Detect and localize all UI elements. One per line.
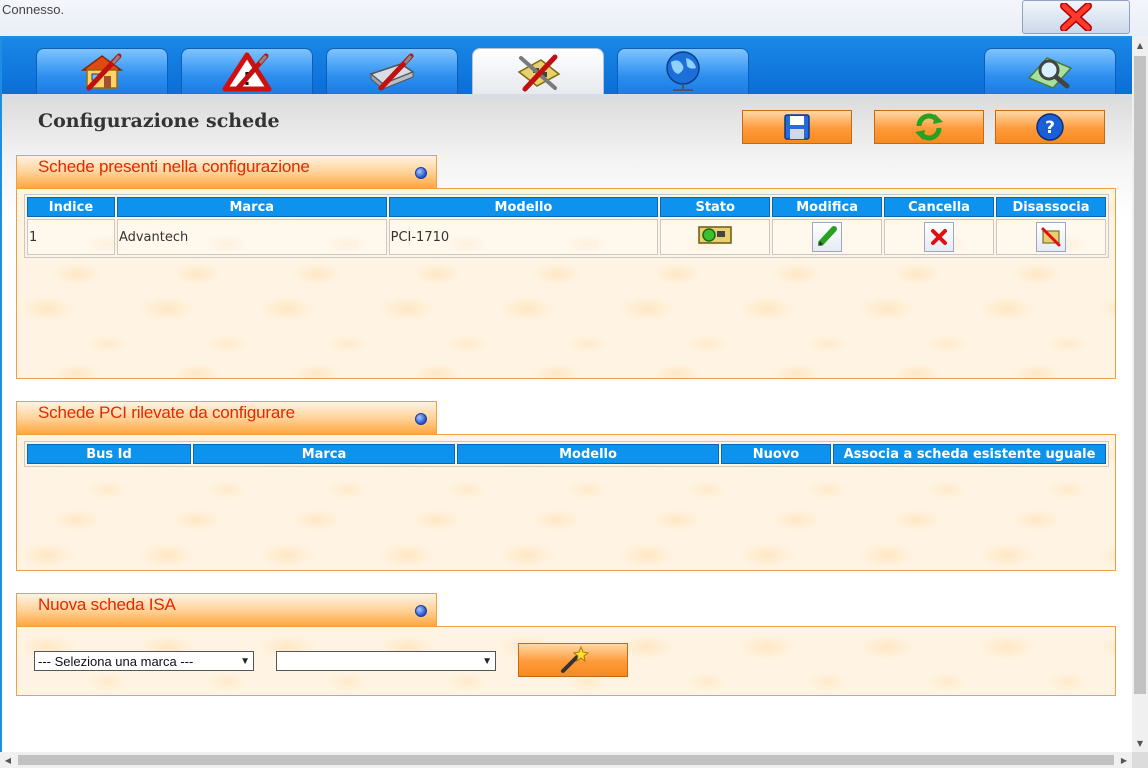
delete-x-icon [931,229,948,245]
table-row: 1 Advantech PCI-1710 [27,219,1106,255]
refresh-button[interactable] [874,110,984,144]
disassociate-button[interactable] [1036,221,1066,252]
cell-disassociate [996,219,1106,255]
warning-settings-icon: ! [222,52,272,91]
column-header: Stato [660,197,771,217]
scroll-thumb[interactable] [1134,56,1146,694]
close-icon [1060,3,1092,31]
brand-select-value: --- Seleziona una marca --- [38,653,194,669]
tab-diagnostics[interactable] [984,48,1116,94]
model-select[interactable]: ▼ [276,651,496,671]
cell-status [660,219,771,255]
drive-settings-icon [369,53,415,90]
tab-alarms[interactable]: ! [181,48,313,94]
column-header: Associa a scheda esistente uguale [833,444,1106,464]
board-status-icon [698,226,732,244]
detected-pci-table: Bus Id Marca Modello Nuovo Associa a sch… [24,441,1109,467]
tab-boards[interactable] [472,48,604,94]
scrollbar-corner [1132,752,1148,768]
scroll-up-icon[interactable]: ▲ [1132,36,1148,54]
chevron-down-icon: ▼ [240,655,250,667]
tab-storage[interactable] [326,48,458,94]
save-button[interactable] [742,110,852,144]
refresh-arrows-icon [915,113,943,141]
floppy-disk-icon [784,114,810,140]
collapse-dot-icon[interactable] [415,605,427,617]
svg-text:?: ? [1045,118,1055,138]
horizontal-scrollbar[interactable]: ◀ ▶ [0,752,1132,768]
panel-title: Schede PCI rilevate da configurare [38,403,295,422]
cell-model: PCI-1710 [388,219,659,255]
close-button[interactable] [1022,0,1130,34]
panel-title: Nuova scheda ISA [38,595,176,614]
column-header: Marca [116,197,387,217]
collapse-dot-icon[interactable] [415,167,427,179]
collapse-dot-icon[interactable] [415,413,427,425]
column-header: Disassocia [996,197,1106,217]
help-button[interactable]: ? [995,110,1105,144]
status-bar: Connesso. [0,0,1148,36]
scroll-down-icon[interactable]: ▼ [1132,734,1148,752]
cell-delete [884,219,994,255]
map-search-icon [1027,56,1073,89]
cell-brand: Advantech [116,219,387,255]
column-header: Modello [457,444,719,464]
vertical-scrollbar[interactable]: ▲ ▼ [1132,36,1148,752]
add-isa-board-button[interactable] [518,643,628,677]
tab-network[interactable] [617,48,749,94]
chevron-down-icon: ▼ [482,655,492,667]
column-header: Marca [193,444,455,464]
tab-home[interactable] [36,48,168,94]
panel-configured-boards-header[interactable]: Schede presenti nella configurazione [16,155,437,188]
column-header: Modifica [772,197,883,217]
scroll-left-icon[interactable]: ◀ [0,752,16,768]
brand-select[interactable]: --- Seleziona una marca --- ▼ [34,651,254,671]
board-tools-icon [517,54,561,91]
configured-boards-table: Indice Marca Modello Stato Modifica Canc… [24,194,1109,258]
connection-status: Connesso. [2,2,65,17]
edit-button[interactable] [812,221,843,252]
column-header: Cancella [884,197,994,217]
panel-title: Schede presenti nella configurazione [38,157,310,176]
page-title: Configurazione schede [38,110,280,132]
help-icon: ? [1036,113,1064,141]
column-header: Modello [388,197,659,217]
panel-detected-pci-header[interactable]: Schede PCI rilevate da configurare [16,401,437,434]
unlink-icon [1041,227,1061,246]
pencil-icon [818,225,838,246]
cell-index: 1 [27,219,115,255]
network-globe-icon [666,50,700,91]
magic-wand-icon [561,645,589,673]
column-header: Indice [27,197,115,217]
scroll-thumb[interactable] [18,755,1114,765]
delete-button[interactable] [924,222,955,252]
status-button[interactable] [697,223,733,247]
panel-new-isa-header[interactable]: Nuova scheda ISA [16,593,437,626]
column-header: Nuovo [721,444,831,464]
column-header: Bus Id [27,444,191,464]
home-settings-icon [80,53,124,90]
cell-edit [772,219,883,255]
scroll-right-icon[interactable]: ▶ [1116,752,1132,768]
